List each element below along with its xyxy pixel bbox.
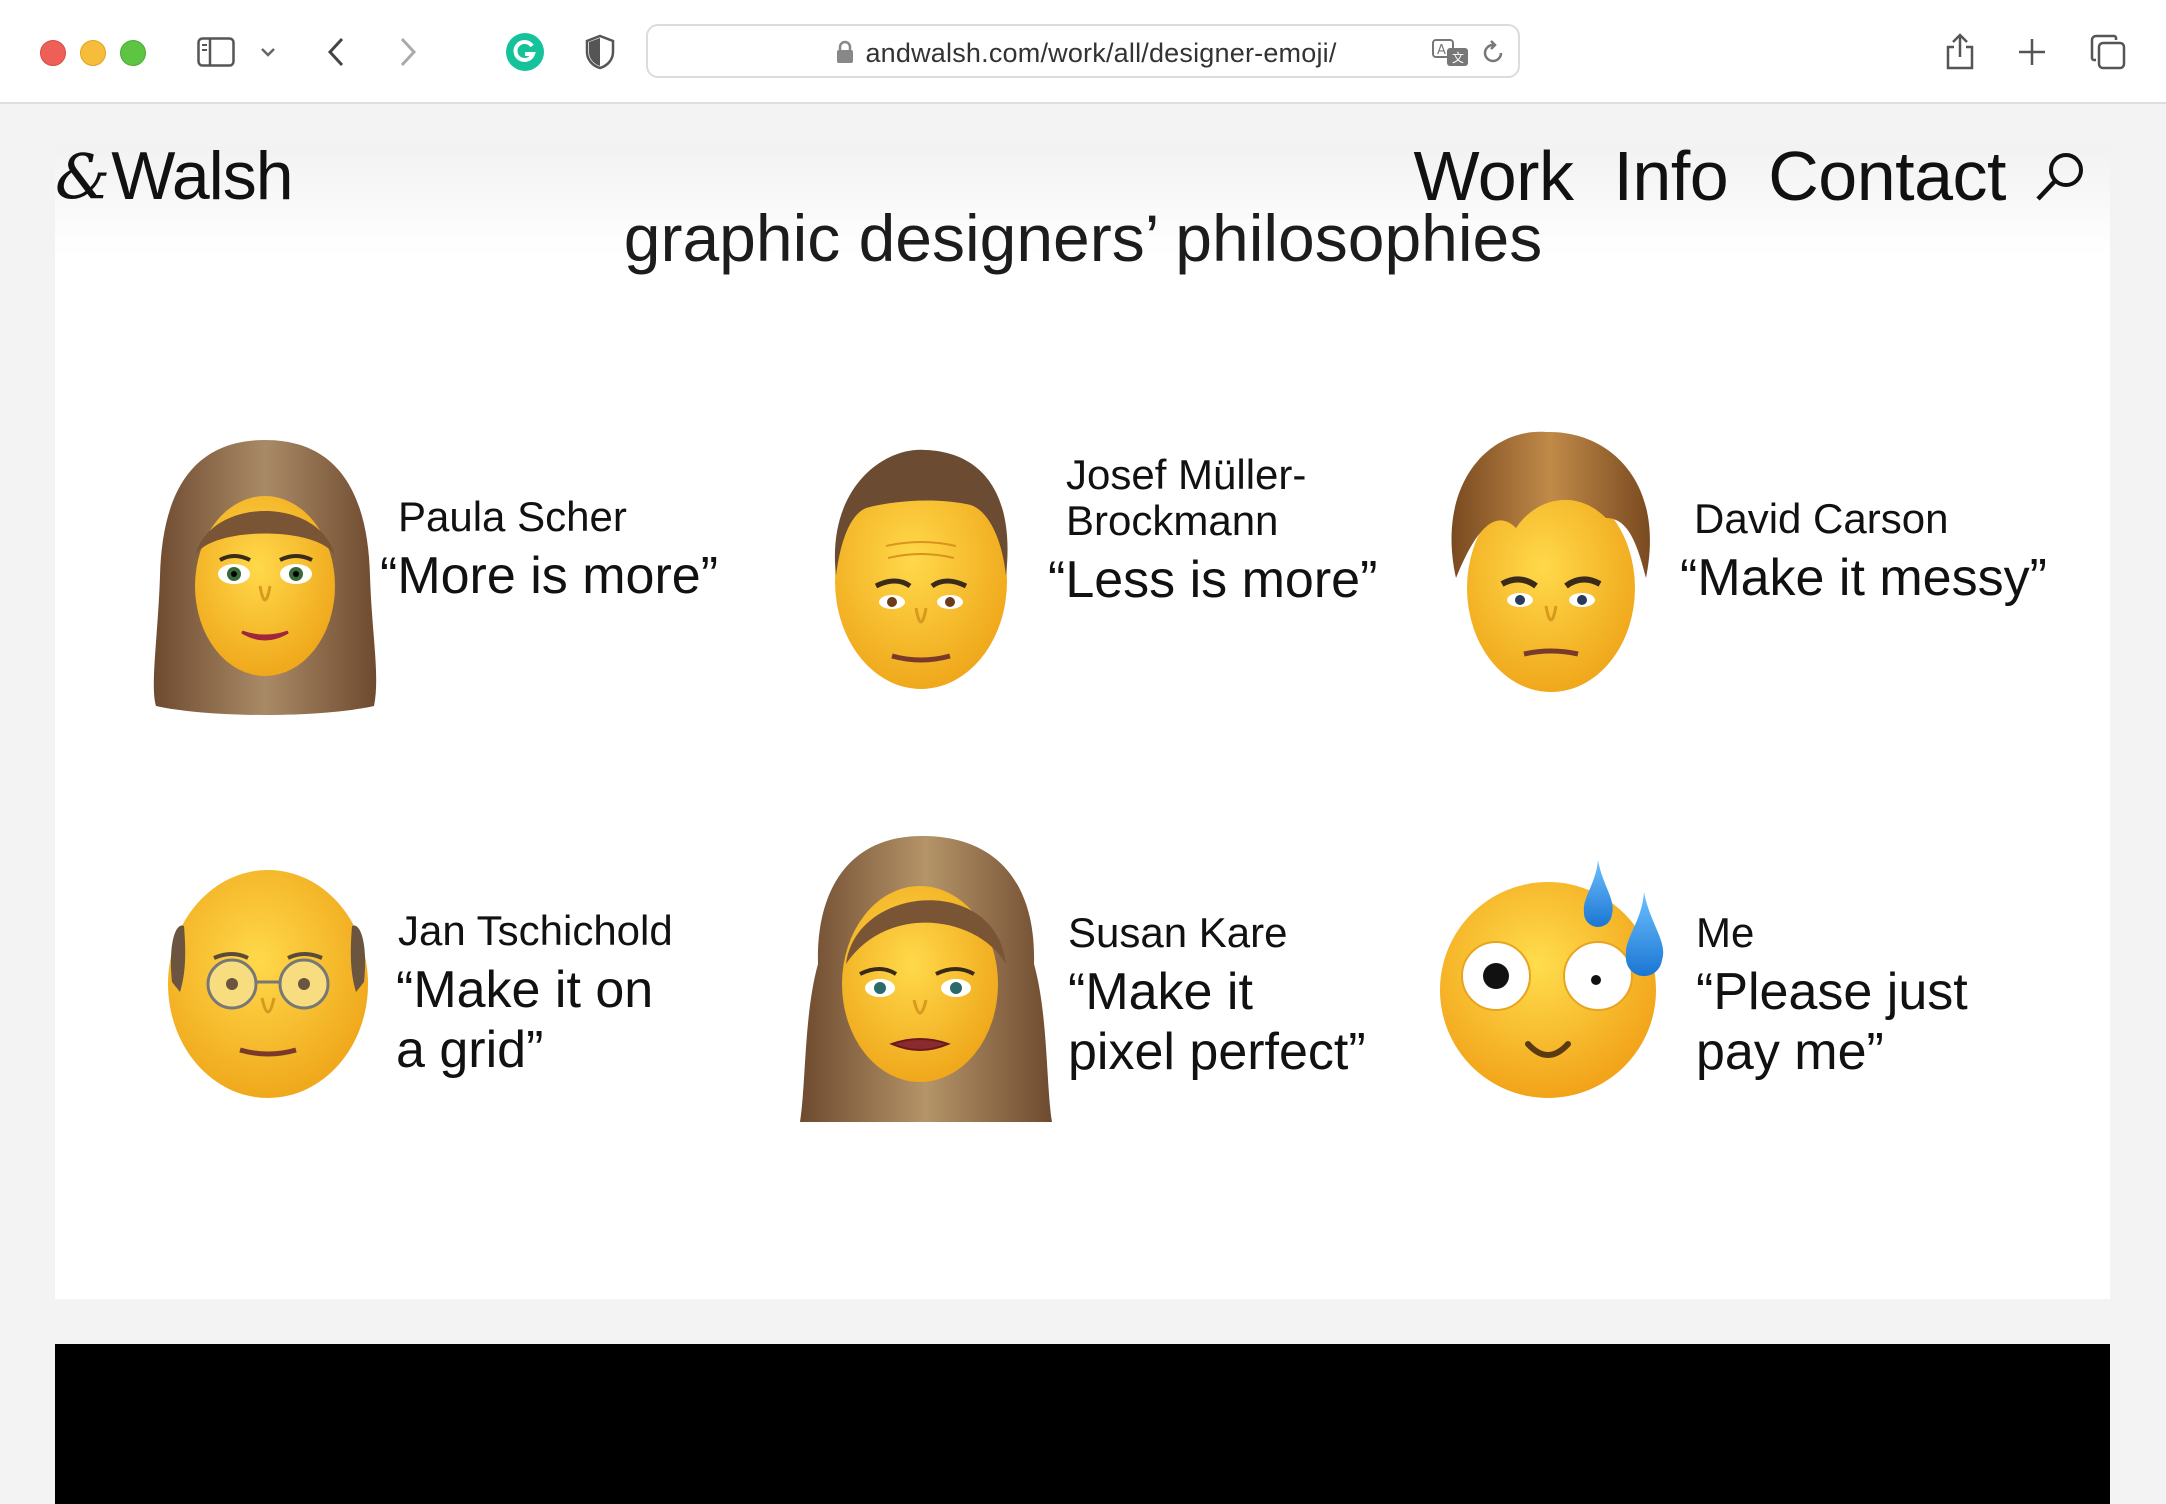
designer-quote-line-2: a grid”	[396, 1021, 544, 1079]
josef-muller-brockmann-caption: Josef Müller- Brockmann “Less is more”	[1048, 452, 1377, 610]
chevron-down-icon[interactable]	[256, 30, 280, 74]
page-title: graphic designers’ philosophies	[623, 201, 1543, 275]
tabs-overview-icon[interactable]	[2088, 30, 2128, 74]
zoom-window-button[interactable]	[120, 40, 146, 66]
svg-text:A: A	[1437, 43, 1446, 58]
designer-name-line-1: Josef Müller-	[1066, 451, 1307, 498]
me-emoji	[1436, 856, 1676, 1111]
forward-icon[interactable]	[392, 30, 424, 74]
designer-name: Paula Scher	[398, 493, 627, 540]
susan-kare-caption: Susan Kare “Make it pixel perfect”	[1068, 910, 1366, 1082]
next-media-block	[55, 1344, 2110, 1504]
designer-quote: “Less is more”	[1048, 551, 1378, 609]
translate-icon[interactable]: A文	[1432, 38, 1470, 73]
new-tab-icon[interactable]	[2014, 30, 2050, 74]
svg-text:文: 文	[1452, 50, 1464, 65]
designer-quote: “Make it messy”	[1680, 549, 2047, 607]
share-icon[interactable]	[1942, 30, 1978, 74]
content-card	[55, 146, 2110, 1299]
reload-icon[interactable]	[1480, 40, 1506, 71]
designer-name: David Carson	[1694, 495, 1949, 542]
minimize-window-button[interactable]	[80, 40, 106, 66]
designer-quote: “More is more”	[380, 547, 719, 605]
paula-scher-caption: Paula Scher “More is more”	[380, 494, 718, 606]
jan-tschichold-caption: Jan Tschichold “Make it on a grid”	[396, 908, 673, 1080]
grammarly-icon[interactable]	[504, 30, 546, 74]
designer-quote-line-1: “Make it on	[396, 961, 654, 1019]
me-caption: Me “Please just pay me”	[1696, 910, 1968, 1082]
designer-name-line-2: Brockmann	[1066, 497, 1279, 544]
close-window-button[interactable]	[40, 40, 66, 66]
designer-quote-line-2: pay me”	[1696, 1023, 1884, 1081]
designer-name: Susan Kare	[1068, 909, 1288, 956]
designer-quote-line-1: “Make it	[1068, 963, 1253, 1021]
address-bar[interactable]: andwalsh.com/work/all/designer-emoji/ A文	[646, 24, 1520, 78]
back-icon[interactable]	[320, 30, 352, 74]
search-icon[interactable]	[2034, 149, 2088, 203]
shield-icon[interactable]	[582, 30, 618, 74]
paula-scher-emoji	[150, 436, 380, 721]
designer-name: Me	[1696, 909, 1755, 956]
jan-tschichold-emoji	[158, 862, 378, 1107]
josef-muller-brockmann-emoji	[826, 446, 1016, 701]
designer-quote-line-2: pixel perfect”	[1068, 1023, 1366, 1081]
url-text: andwalsh.com/work/all/designer-emoji/	[865, 38, 1337, 68]
designer-quote-line-1: “Please just	[1696, 963, 1968, 1021]
sidebar-icon[interactable]	[194, 30, 238, 74]
browser-toolbar: andwalsh.com/work/all/designer-emoji/ A文	[0, 0, 2166, 104]
susan-kare-emoji	[796, 834, 1056, 1129]
designer-name: Jan Tschichold	[398, 907, 673, 954]
david-carson-caption: David Carson “Make it messy”	[1680, 496, 2047, 608]
david-carson-emoji	[1436, 428, 1666, 703]
